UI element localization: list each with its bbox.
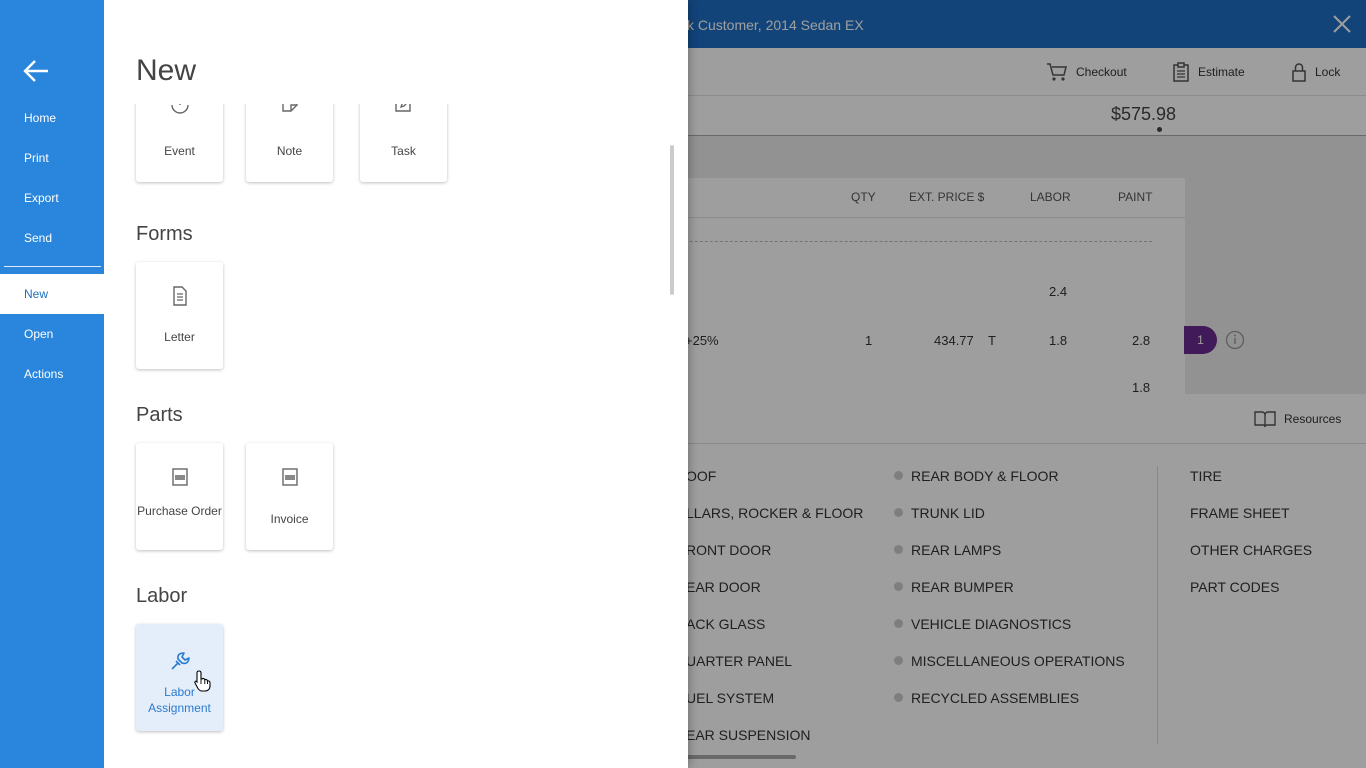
card-label: Task xyxy=(391,144,416,158)
card-label: Invoice xyxy=(270,512,309,526)
page-title: New xyxy=(136,54,197,87)
new-letter-card[interactable]: Letter xyxy=(136,262,223,369)
nav-item-actions[interactable]: Actions xyxy=(0,354,104,394)
new-note-card[interactable]: Note xyxy=(246,104,333,182)
nav-item-send[interactable]: Send xyxy=(0,218,104,258)
nav-divider xyxy=(4,266,101,267)
nav-item-home[interactable]: Home xyxy=(0,98,104,138)
task-icon xyxy=(395,104,411,112)
card-label: Letter xyxy=(164,330,195,344)
document-icon xyxy=(173,286,187,306)
new-invoice-card[interactable]: Invoice xyxy=(246,443,333,550)
pointer-cursor-icon xyxy=(194,670,211,692)
invoice-icon xyxy=(282,468,298,486)
nav-item-print[interactable]: Print xyxy=(0,138,104,178)
section-title-forms: Forms xyxy=(136,223,193,245)
card-label: Event xyxy=(164,144,195,158)
new-panel-scroll-area: Event Note Task Forms Letter Parts Purch… xyxy=(104,104,688,768)
new-task-card[interactable]: Task xyxy=(360,104,447,182)
vertical-scrollbar[interactable] xyxy=(670,145,674,295)
new-panel: New Event Note Task Forms Letter Parts P… xyxy=(104,0,688,768)
event-icon xyxy=(171,104,189,114)
section-title-labor: Labor xyxy=(136,585,188,607)
drawer-nav: Home Print Export Send New Open Actions xyxy=(0,0,104,768)
nav-item-new[interactable]: New xyxy=(0,274,104,314)
nav-item-open[interactable]: Open xyxy=(0,314,104,354)
section-title-parts: Parts xyxy=(136,404,183,426)
note-icon xyxy=(282,104,298,112)
file-drawer: Home Print Export Send New Open Actions … xyxy=(0,0,688,768)
purchase-order-icon xyxy=(172,468,188,486)
new-event-card[interactable]: Event xyxy=(136,104,223,182)
card-label: Purchase Order xyxy=(137,504,222,518)
wrench-icon xyxy=(171,652,190,670)
new-purchase-order-card[interactable]: Purchase Order xyxy=(136,443,223,550)
back-arrow-icon[interactable] xyxy=(20,55,52,87)
nav-item-export[interactable]: Export xyxy=(0,178,104,218)
card-label: Note xyxy=(276,144,303,158)
